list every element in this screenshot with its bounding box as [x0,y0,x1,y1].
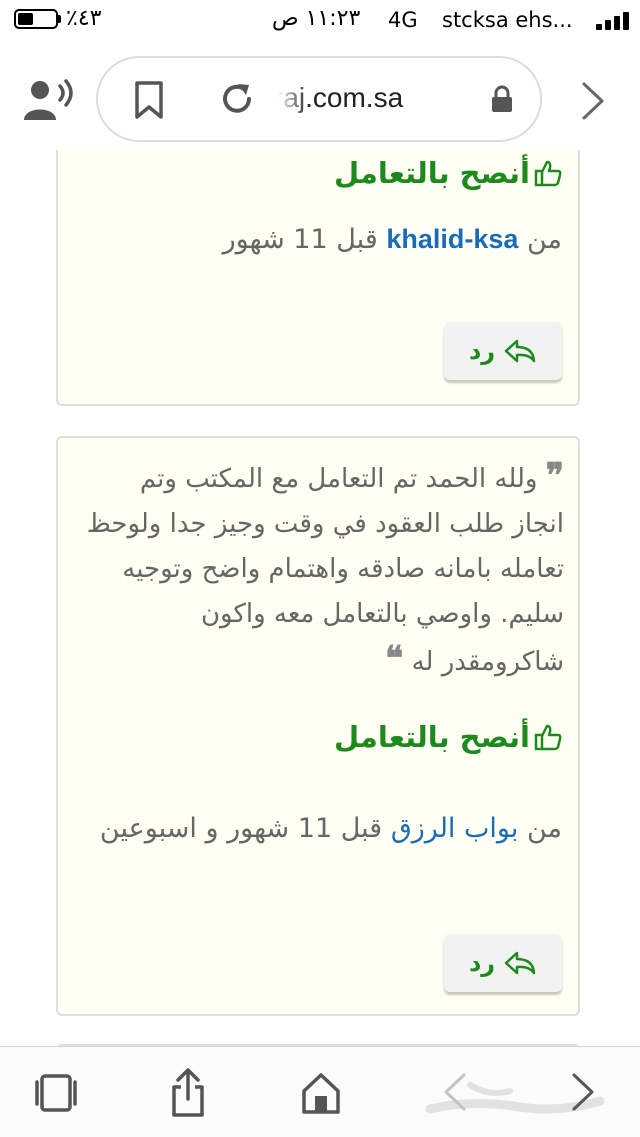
username-link[interactable]: khalid-ksa [386,224,518,254]
share-icon[interactable] [168,1067,208,1119]
battery-icon [14,9,58,29]
reload-icon[interactable] [218,80,256,118]
reply-button[interactable]: رد [444,934,562,992]
url-fade [268,72,308,128]
time-ago: قبل 11 شهور [222,224,378,255]
recommend-text: أنصح بالتعامل [333,156,530,190]
status-bar: ٪٤٣ ١١:٢٣ ص 4G stcksa ehs... [0,0,640,44]
battery-level [18,13,33,25]
thumbs-up-icon [534,724,562,751]
review-byline: من khalid-ksa قبل 11 شهور [223,218,562,261]
address-bar[interactable]: raj.com.sa [96,56,542,142]
recommend-label: أنصح بالتعامل [334,156,562,190]
quote-open-icon: ❞ [545,456,564,496]
browser-bottom-bar [0,1046,640,1137]
browser-toolbar: raj.com.sa [0,50,640,150]
battery-cap [58,15,61,23]
review-card: ❞ ولله الحمد تم التعامل مع المكتب وتم ان… [56,436,580,1016]
tabs-icon[interactable] [34,1073,78,1113]
battery-percent: ٪٤٣ [66,6,102,31]
network-type: 4G [388,8,418,32]
reply-arrow-icon [504,339,536,363]
thumbs-up-icon [534,160,562,187]
speaker-person-icon[interactable] [22,78,78,122]
home-icon[interactable] [300,1071,342,1115]
reply-label: رد [468,949,496,977]
review-body: ولله الحمد تم التعامل مع المكتب وتم انجا… [86,464,564,677]
review-byline: من بواب الرزق قبل 11 شهور و اسبوعين [78,808,562,850]
chevron-left-icon[interactable] [440,1071,470,1113]
reply-button[interactable]: رد [444,322,562,380]
review-text: ❞ ولله الحمد تم التعامل مع المكتب وتم ان… [80,454,564,685]
signal-strength-icon [596,10,630,30]
username-link[interactable]: بواب الرزق [391,813,519,844]
chevron-right-icon[interactable] [568,1071,598,1113]
time-ago: قبل 11 شهور و اسبوعين [99,813,383,844]
byline-prefix: من [526,224,562,255]
reply-arrow-icon [504,951,536,975]
carrier-name: stcksa ehs... [442,8,573,32]
clock: ١١:٢٣ ص [272,6,361,31]
quote-close-icon: ❝ [385,639,404,679]
review-card: أنصح بالتعامل من khalid-ksa قبل 11 شهور … [56,150,580,406]
reply-label: رد [468,337,496,365]
page-content: أنصح بالتعامل من khalid-ksa قبل 11 شهور … [0,150,640,1046]
lock-icon [492,85,512,112]
bookmark-icon[interactable] [134,80,164,120]
recommend-text: أنصح بالتعامل [333,720,530,754]
recommend-label: أنصح بالتعامل [334,720,562,754]
chevron-right-icon[interactable] [578,80,608,122]
byline-prefix: من [526,813,562,844]
